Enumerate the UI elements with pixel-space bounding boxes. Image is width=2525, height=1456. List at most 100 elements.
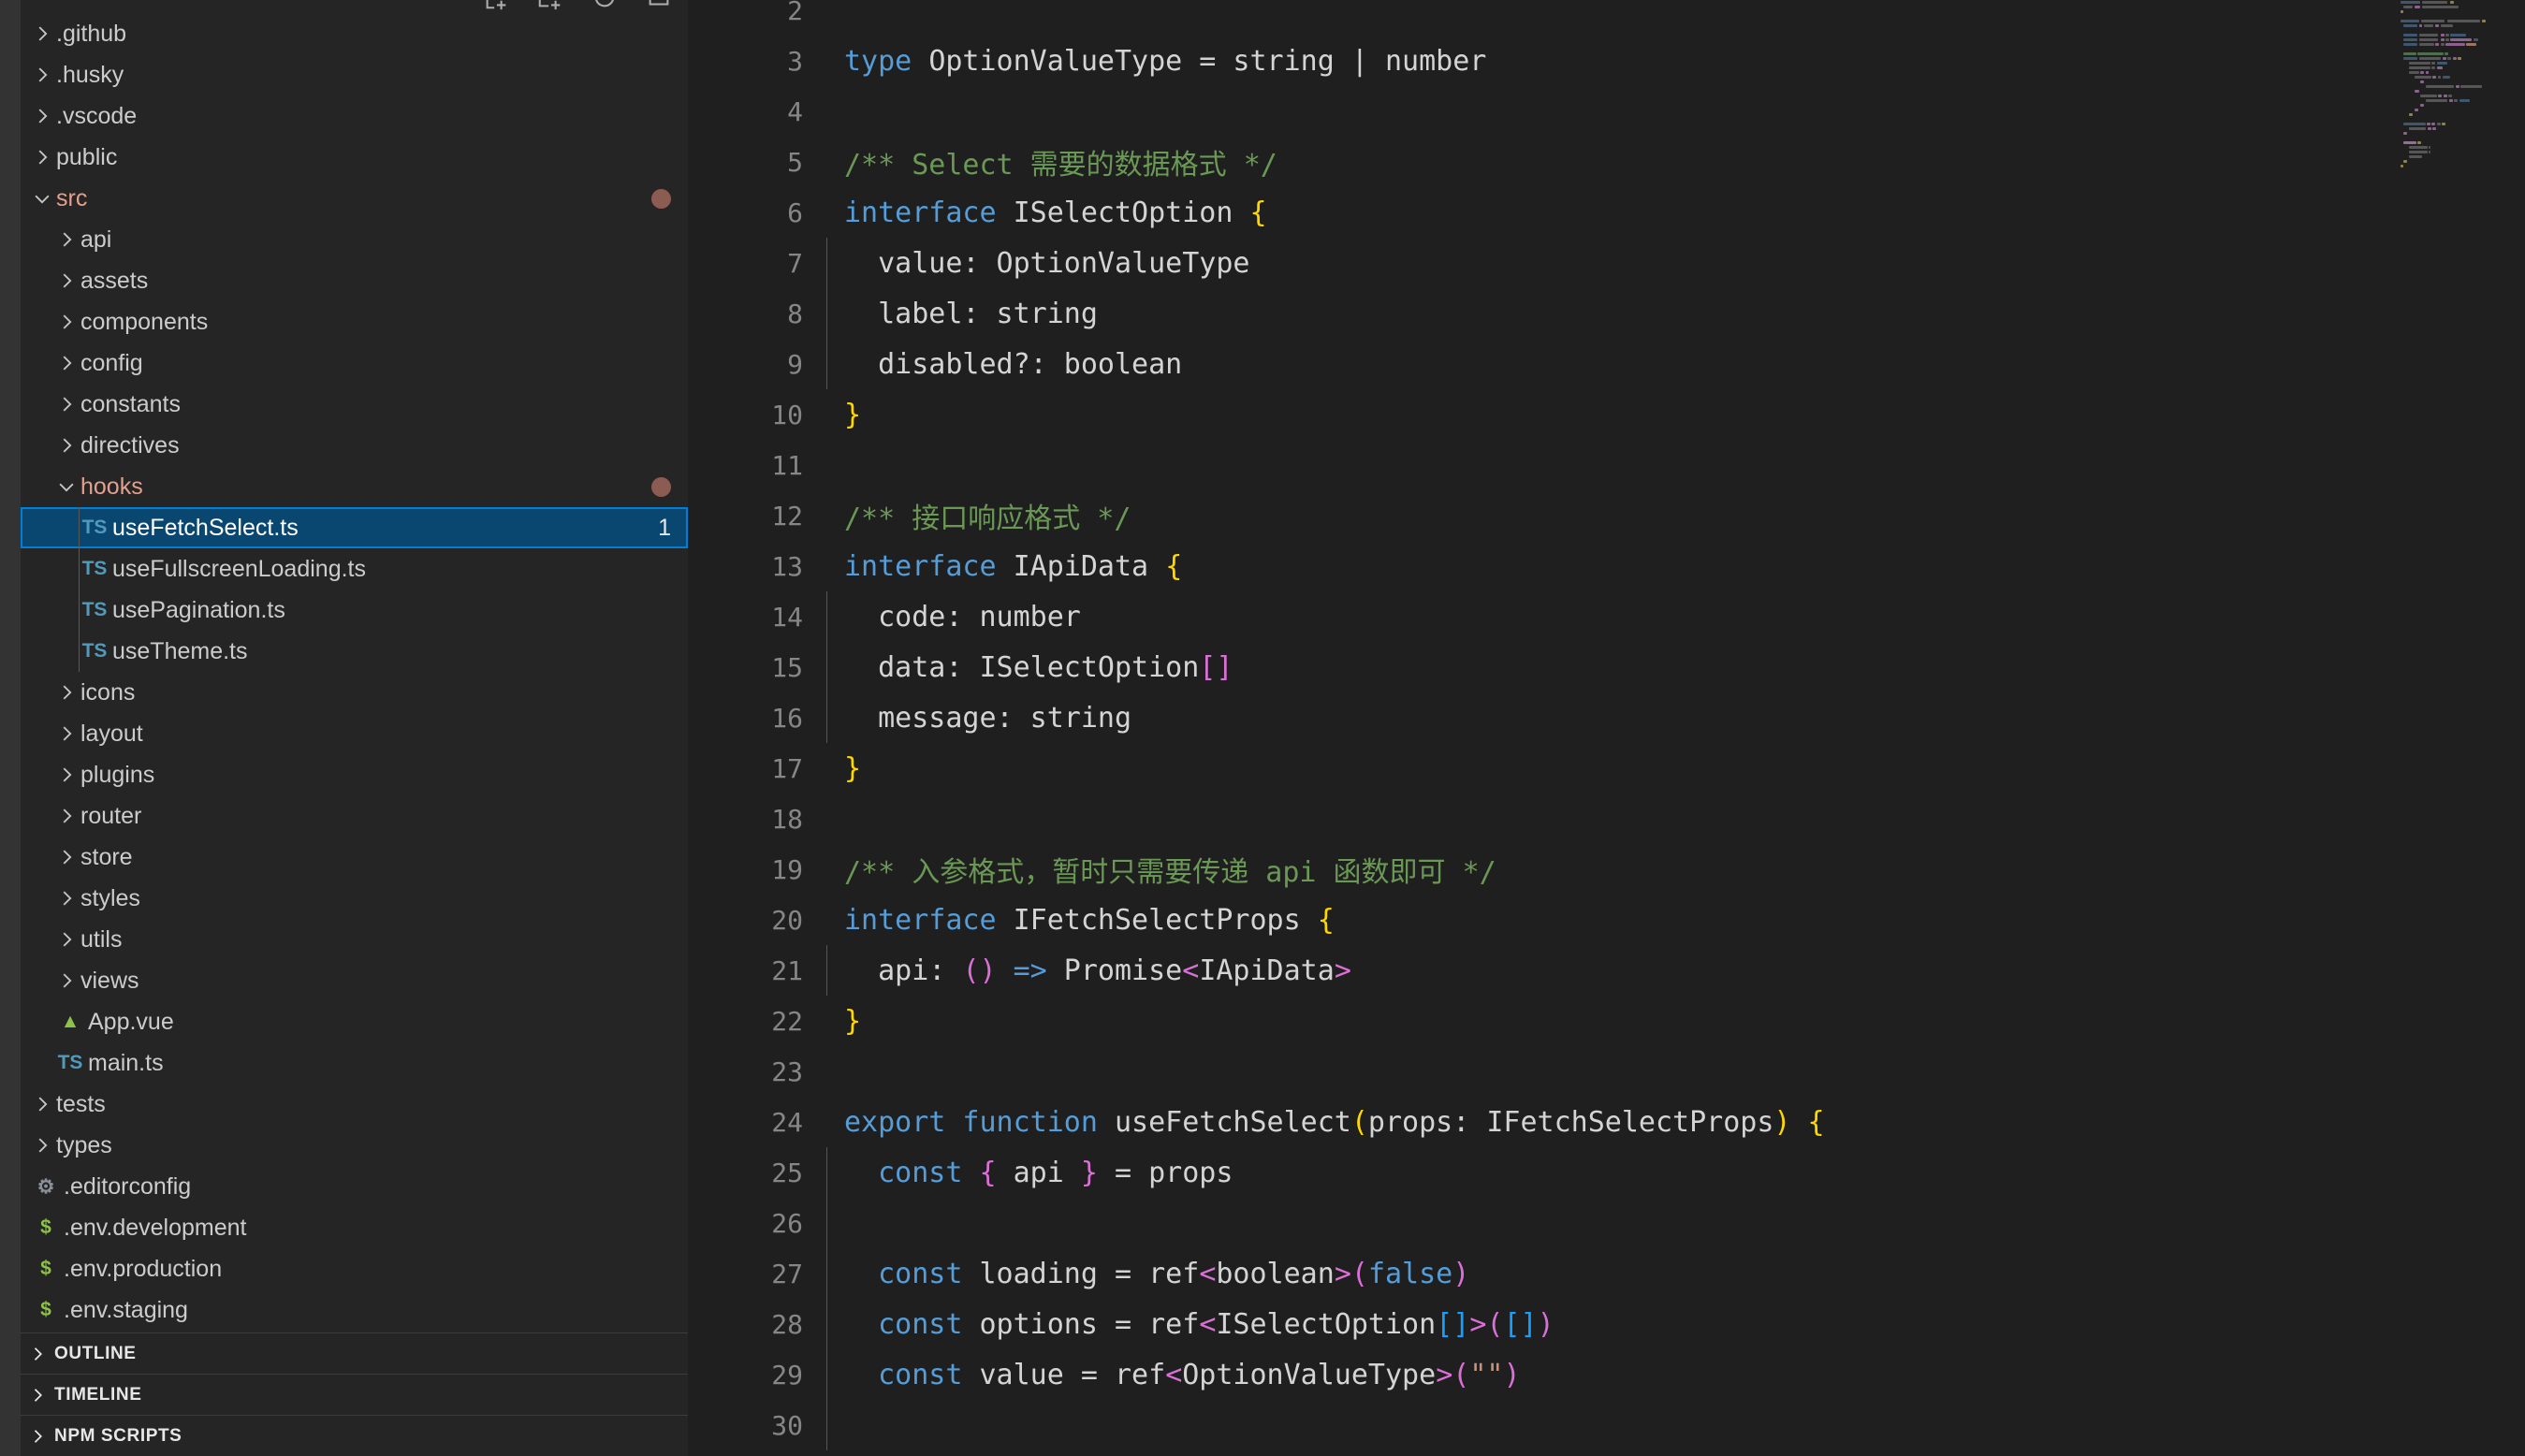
code-line-29[interactable]: 29 const value = ref<OptionValueType>(""… xyxy=(688,1349,2525,1400)
tree-folder-config[interactable]: config xyxy=(21,342,688,384)
chevron-right-icon[interactable] xyxy=(21,1427,54,1446)
line-text: api: () => Promise<IApiData> xyxy=(844,954,1351,987)
tree-file-env-staging[interactable]: $ .env.staging xyxy=(21,1289,688,1331)
tree-folder-layout[interactable]: layout xyxy=(21,713,688,754)
code-line-18[interactable]: 18 xyxy=(688,794,2525,844)
code-line-27[interactable]: 27 const loading = ref<boolean>(false) xyxy=(688,1248,2525,1299)
chevron-right-icon[interactable] xyxy=(52,919,80,960)
code-line-8[interactable]: 8 label: string xyxy=(688,288,2525,339)
tree-file-usefullscreenloading-ts[interactable]: TS useFullscreenLoading.ts xyxy=(21,548,688,590)
file-tree[interactable]: .github .husky .vscode public src api assets co… xyxy=(21,13,688,1332)
tree-folder-public[interactable]: public xyxy=(21,137,688,178)
tree-folder-husky[interactable]: .husky xyxy=(21,54,688,95)
code-line-21[interactable]: 21 api: () => Promise<IApiData> xyxy=(688,945,2525,996)
code-line-19[interactable]: 19 /** 入参格式，暂时只需要传递 api 函数即可 */ xyxy=(688,844,2525,895)
tree-folder-directives[interactable]: directives xyxy=(21,425,688,466)
code-line-20[interactable]: 20 interface IFetchSelectProps { xyxy=(688,895,2525,945)
code-line-22[interactable]: 22} xyxy=(688,996,2525,1046)
code-line-3[interactable]: 3 type OptionValueType = string | number xyxy=(688,36,2525,86)
chevron-right-icon[interactable] xyxy=(28,137,56,178)
chevron-right-icon[interactable] xyxy=(52,878,80,919)
chevron-right-icon[interactable] xyxy=(52,713,80,754)
chevron-right-icon[interactable] xyxy=(28,1125,56,1166)
code-line-12[interactable]: 12 /** 接口响应格式 */ xyxy=(688,490,2525,541)
chevron-right-icon[interactable] xyxy=(52,425,80,466)
chevron-right-icon[interactable] xyxy=(52,672,80,713)
collapse-all-icon[interactable] xyxy=(645,0,673,11)
refresh-icon[interactable] xyxy=(591,0,619,11)
tree-folder-components[interactable]: components xyxy=(21,301,688,342)
code-line-25[interactable]: 25 const { api } = props xyxy=(688,1147,2525,1198)
chevron-right-icon[interactable] xyxy=(52,960,80,1001)
tree-folder-src[interactable]: src xyxy=(21,178,688,219)
chevron-down-icon[interactable] xyxy=(52,466,80,507)
chevron-down-icon[interactable] xyxy=(28,178,56,219)
chevron-right-icon[interactable] xyxy=(52,384,80,425)
tree-folder-views[interactable]: views xyxy=(21,960,688,1001)
code-line-15[interactable]: 15 data: ISelectOption[] xyxy=(688,642,2525,692)
tree-file-env-production[interactable]: $ .env.production xyxy=(21,1248,688,1289)
code-line-13[interactable]: 13 interface IApiData { xyxy=(688,541,2525,591)
chevron-right-icon[interactable] xyxy=(28,95,56,137)
chevron-right-icon[interactable] xyxy=(28,1084,56,1125)
code-line-5[interactable]: 5 /** Select 需要的数据格式 */ xyxy=(688,137,2525,187)
tree-folder-icons[interactable]: icons xyxy=(21,672,688,713)
chevron-right-icon[interactable] xyxy=(52,795,80,837)
tree-folder-api[interactable]: api xyxy=(21,219,688,260)
chevron-right-icon[interactable] xyxy=(52,219,80,260)
minimap[interactable] xyxy=(2396,0,2525,1456)
pane-npm-scripts[interactable]: NPM SCRIPTS xyxy=(21,1415,688,1456)
tree-file-env-development[interactable]: $ .env.development xyxy=(21,1207,688,1248)
tree-file-main-ts[interactable]: TS main.ts xyxy=(21,1042,688,1084)
tree-folder-assets[interactable]: assets xyxy=(21,260,688,301)
tree-folder-types[interactable]: types xyxy=(21,1125,688,1166)
tree-folder-hooks[interactable]: hooks xyxy=(21,466,688,507)
tree-folder-store[interactable]: store xyxy=(21,837,688,878)
chevron-right-icon[interactable] xyxy=(21,1345,54,1363)
chevron-right-icon[interactable] xyxy=(52,260,80,301)
chevron-right-icon[interactable] xyxy=(28,54,56,95)
tree-folder-styles[interactable]: styles xyxy=(21,878,688,919)
tree-folder-vscode[interactable]: .vscode xyxy=(21,95,688,137)
code-line-9[interactable]: 9 disabled?: boolean xyxy=(688,339,2525,389)
code-line-4[interactable]: 4 xyxy=(688,86,2525,137)
code-line-6[interactable]: 6 interface ISelectOption { xyxy=(688,187,2525,238)
tree-folder-constants[interactable]: constants xyxy=(21,384,688,425)
code-line-2[interactable]: 2 xyxy=(688,0,2525,36)
tree-file-usefetchselect-ts[interactable]: TS useFetchSelect.ts 1 xyxy=(21,507,688,548)
code-line-11[interactable]: 11 xyxy=(688,440,2525,490)
code-line-30[interactable]: 30 xyxy=(688,1400,2525,1450)
new-folder-icon[interactable] xyxy=(536,0,564,11)
chevron-right-icon[interactable] xyxy=(21,1386,54,1405)
tree-file-usepagination-ts[interactable]: TS usePagination.ts xyxy=(21,590,688,631)
line-number: 8 xyxy=(787,298,803,329)
code-line-10[interactable]: 10} xyxy=(688,389,2525,440)
tree-folder-utils[interactable]: utils xyxy=(21,919,688,960)
tree-folder-github[interactable]: .github xyxy=(21,13,688,54)
code-line-14[interactable]: 14 code: number xyxy=(688,591,2525,642)
code-line-23[interactable]: 23 xyxy=(688,1046,2525,1097)
new-file-icon[interactable] xyxy=(482,0,510,11)
chevron-right-icon[interactable] xyxy=(28,13,56,54)
code-lines[interactable]: 2 3 type OptionValueType = string | number… xyxy=(688,0,2525,1456)
tree-file-app-vue[interactable]: ▲ App.vue xyxy=(21,1001,688,1042)
chevron-right-icon[interactable] xyxy=(52,837,80,878)
chevron-right-icon[interactable] xyxy=(52,754,80,795)
tree-folder-tests[interactable]: tests xyxy=(21,1084,688,1125)
chevron-right-icon[interactable] xyxy=(52,301,80,342)
activity-bar[interactable] xyxy=(0,0,21,1456)
code-line-28[interactable]: 28 const options = ref<ISelectOption[]>(… xyxy=(688,1299,2525,1349)
pane-timeline[interactable]: TIMELINE xyxy=(21,1374,688,1415)
chevron-right-icon[interactable] xyxy=(52,342,80,384)
code-line-7[interactable]: 7 value: OptionValueType xyxy=(688,238,2525,288)
tree-folder-router[interactable]: router xyxy=(21,795,688,837)
code-line-17[interactable]: 17} xyxy=(688,743,2525,794)
pane-outline[interactable]: OUTLINE xyxy=(21,1332,688,1374)
code-line-26[interactable]: 26 xyxy=(688,1198,2525,1248)
tree-file-usetheme-ts[interactable]: TS useTheme.ts xyxy=(21,631,688,672)
code-line-16[interactable]: 16 message: string xyxy=(688,692,2525,743)
tree-folder-plugins[interactable]: plugins xyxy=(21,754,688,795)
code-line-24[interactable]: 24 export function useFetchSelect(props: … xyxy=(688,1097,2525,1147)
code-editor[interactable]: 2 3 type OptionValueType = string | number… xyxy=(688,0,2525,1456)
tree-file-editorconfig[interactable]: ⚙ .editorconfig xyxy=(21,1166,688,1207)
